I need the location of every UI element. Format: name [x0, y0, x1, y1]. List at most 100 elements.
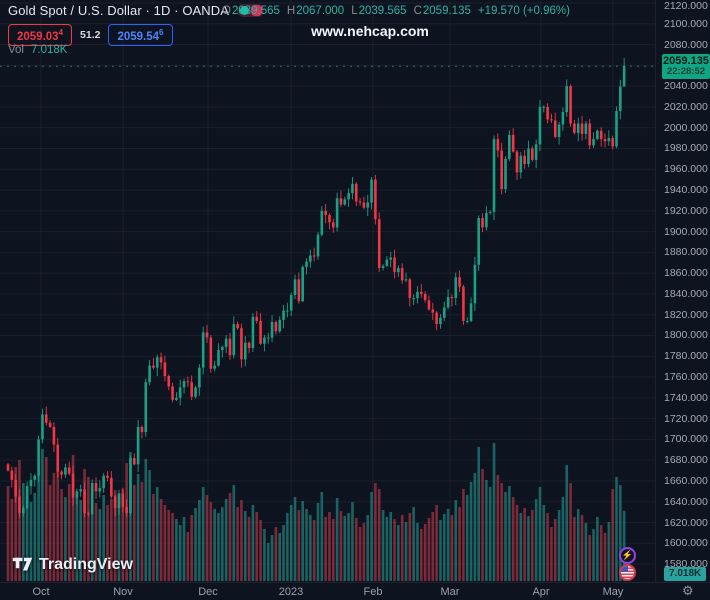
- candle-body: [64, 467, 67, 475]
- candle-body: [500, 150, 503, 189]
- candlestick-chart[interactable]: [0, 0, 655, 582]
- candle-body: [213, 365, 216, 369]
- tradingview-mark-icon: [12, 554, 33, 575]
- candle-body: [110, 477, 113, 497]
- candle-body: [37, 439, 40, 476]
- volume-bar: [144, 459, 148, 581]
- candle-body: [492, 139, 496, 212]
- candle-body: [358, 201, 362, 203]
- flag-canton: [621, 566, 628, 572]
- volume-bar: [423, 524, 427, 581]
- volume-bar: [224, 499, 228, 581]
- volume-bar: [358, 527, 362, 581]
- volume-bar: [351, 502, 354, 581]
- volume-bar: [404, 522, 408, 581]
- price-tick-label: 2100.000: [664, 17, 708, 30]
- candle-body: [18, 496, 21, 514]
- volume-bar: [469, 482, 473, 581]
- low-value: 2039.565: [358, 5, 407, 17]
- time-axis[interactable]: Oct Nov Dec 2023 Feb Mar Apr May: [0, 582, 710, 600]
- candle-body: [98, 488, 102, 492]
- time-tick-label: Nov: [113, 586, 133, 598]
- volume-bar: [500, 483, 503, 581]
- sell-bid-button[interactable]: 2059.034: [8, 24, 73, 46]
- price-axis[interactable]: ⚙ 2120.000 2100.000 2080.000 2040.000 2020.0…: [655, 0, 710, 598]
- candle-body: [113, 496, 117, 508]
- candle-body: [316, 234, 320, 257]
- candle-body: [385, 259, 389, 266]
- candle-body: [52, 426, 56, 445]
- volume-bar: [217, 513, 220, 581]
- volume-bar: [446, 509, 450, 581]
- volume-bar: [175, 519, 178, 581]
- candle-body: [301, 266, 304, 302]
- volume-bar: [607, 522, 611, 581]
- high-value: 2067.000: [296, 5, 345, 17]
- candle-body: [515, 151, 519, 173]
- price-tick-label: 1900.000: [664, 225, 708, 238]
- candle-body: [423, 293, 427, 301]
- volume-bar: [584, 523, 588, 581]
- candle-body: [370, 179, 373, 203]
- candle-body: [599, 130, 603, 140]
- candle-body: [152, 365, 155, 368]
- candle-body: [22, 507, 25, 514]
- volume-bar: [178, 525, 182, 581]
- volume-bar: [205, 495, 209, 581]
- price-tick-label: 1960.000: [664, 163, 708, 176]
- volume-bar: [243, 511, 247, 581]
- volume-bar: [362, 523, 366, 581]
- lightning-boost-icon[interactable]: ⚡: [619, 547, 636, 564]
- candle-body: [546, 106, 549, 120]
- candle-body: [607, 138, 611, 142]
- candle-body: [117, 493, 121, 508]
- volume-bar: [381, 510, 385, 581]
- volume-bar: [366, 515, 370, 581]
- candle-body: [569, 86, 572, 124]
- volume-bar: [553, 519, 557, 581]
- candle-body: [320, 210, 324, 235]
- volume-bar: [496, 475, 500, 581]
- volume-bar: [420, 529, 423, 581]
- price-tick-label: 2020.000: [664, 100, 708, 113]
- volume-bar: [465, 495, 469, 581]
- candle-body: [175, 397, 178, 400]
- candle-body: [404, 279, 408, 281]
- candle-body: [67, 467, 71, 474]
- candle-body: [573, 123, 576, 133]
- candle-body: [132, 458, 136, 465]
- volume-bar: [400, 515, 404, 581]
- candle-body: [504, 158, 507, 189]
- open-value: 2039.565: [231, 5, 280, 17]
- candle-body: [439, 317, 442, 325]
- volume-bar: [6, 486, 10, 581]
- candle-body: [343, 199, 347, 205]
- candle-body: [71, 473, 75, 498]
- candle-body: [224, 338, 228, 347]
- volume-bar: [148, 470, 151, 581]
- volume-bar: [312, 520, 316, 581]
- candle-body: [278, 319, 282, 332]
- tradingview-logo[interactable]: TradingView: [12, 554, 133, 575]
- symbol-title[interactable]: Gold Spot / U.S. Dollar · 1D · OANDA: [8, 3, 229, 18]
- volume-bar: [171, 513, 174, 581]
- time-tick-label: Apr: [532, 586, 550, 598]
- candle-body: [412, 298, 415, 300]
- candle-body: [312, 255, 316, 257]
- candle-body: [523, 155, 526, 165]
- candle-body: [240, 328, 243, 360]
- price-tick-label: 1940.000: [664, 184, 708, 197]
- candle-body: [454, 277, 458, 299]
- candle-body: [255, 316, 259, 321]
- candle-body: [561, 112, 565, 125]
- us-flag-icon[interactable]: [619, 564, 636, 581]
- candle-body: [79, 489, 83, 492]
- candle-body: [309, 255, 312, 262]
- buy-ask-button[interactable]: 2059.546: [108, 24, 173, 46]
- candle-body: [41, 414, 44, 440]
- candle-body: [381, 265, 385, 268]
- candle-body: [44, 414, 48, 423]
- volume-bar: [477, 447, 481, 581]
- candle-body: [469, 303, 473, 321]
- candle-body: [178, 387, 182, 398]
